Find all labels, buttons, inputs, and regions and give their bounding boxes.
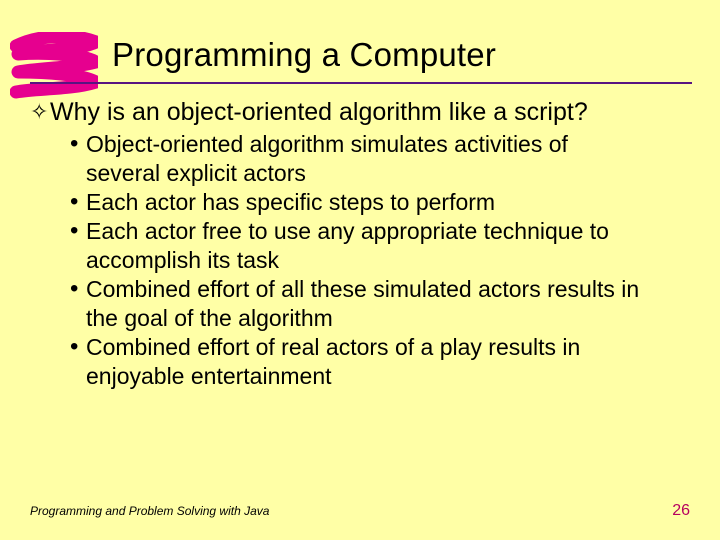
diamond-bullet-icon: ✧ (30, 97, 50, 127)
level1-item: ✧ Why is an object-oriented algorithm li… (30, 96, 690, 128)
list-item-text: Each actor has specific steps to perform (86, 188, 495, 217)
dot-bullet-icon: • (70, 217, 86, 245)
slide-title: Programming a Computer (112, 36, 690, 74)
list-item: • Combined effort of real actors of a pl… (70, 333, 690, 391)
list-item-text: Object-oriented algorithm simulates acti… (86, 130, 646, 188)
page-number: 26 (672, 502, 690, 520)
dot-bullet-icon: • (70, 130, 86, 158)
slide-title-wrap: Programming a Computer (112, 36, 690, 74)
list-item: • Object-oriented algorithm simulates ac… (70, 130, 690, 188)
dot-bullet-icon: • (70, 275, 86, 303)
footer-source: Programming and Problem Solving with Jav… (30, 504, 269, 518)
list-item: • Combined effort of all these simulated… (70, 275, 690, 333)
list-item-text: Combined effort of all these simulated a… (86, 275, 646, 333)
title-divider (30, 82, 692, 84)
list-item-text: Each actor free to use any appropriate t… (86, 217, 646, 275)
dot-bullet-icon: • (70, 188, 86, 216)
list-item-text: Combined effort of real actors of a play… (86, 333, 646, 391)
slide-content: ✧ Why is an object-oriented algorithm li… (30, 96, 690, 391)
brush-stroke-decoration (10, 32, 98, 100)
level2-list: • Object-oriented algorithm simulates ac… (30, 130, 690, 391)
dot-bullet-icon: • (70, 333, 86, 361)
list-item: • Each actor has specific steps to perfo… (70, 188, 690, 217)
level1-text: Why is an object-oriented algorithm like… (50, 96, 588, 128)
list-item: • Each actor free to use any appropriate… (70, 217, 690, 275)
